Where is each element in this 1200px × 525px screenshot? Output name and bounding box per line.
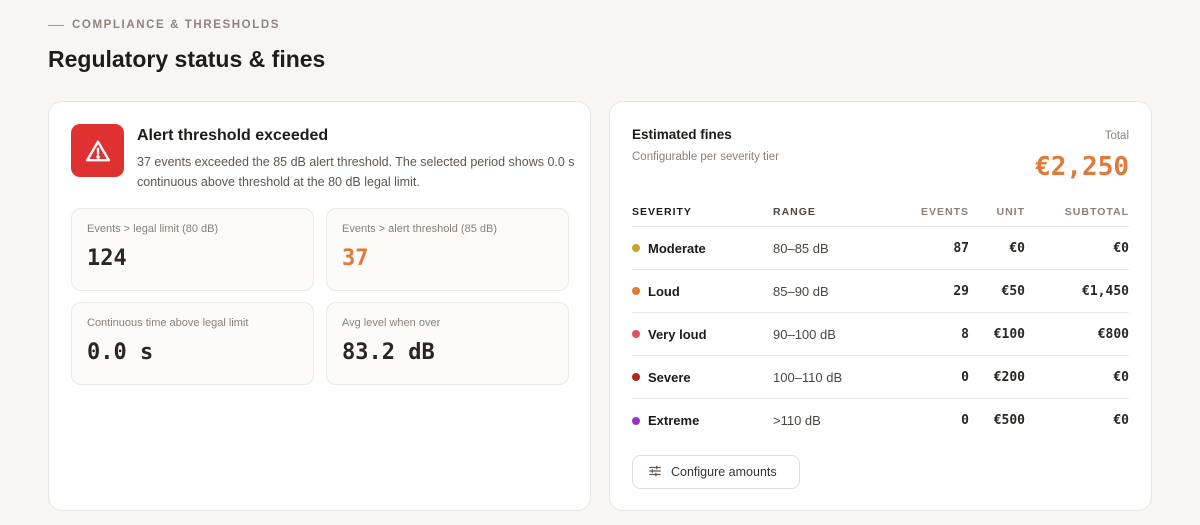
sliders-icon	[648, 464, 662, 481]
stat-value: 0.0 s	[87, 340, 154, 365]
table-row: Very loud 90–100 dB 8 €100 €800	[632, 313, 1129, 356]
events-cell: 87	[953, 240, 969, 256]
stat-label: Continuous time above legal limit	[87, 317, 249, 329]
subtotal-cell: €0	[1113, 240, 1129, 256]
col-range: RANGE	[773, 206, 816, 218]
events-cell: 0	[961, 369, 969, 385]
alert-description: 37 events exceeded the 85 dB alert thres…	[137, 155, 575, 189]
severity-label: Very loud	[648, 326, 707, 342]
severity-dot	[632, 287, 640, 295]
table-body: Moderate 80–85 dB 87 €0 €0 Loud 85–90 dB 29 €50 €…	[632, 227, 1129, 442]
range-cell: 90–100 dB	[773, 326, 836, 342]
events-cell: 0	[961, 413, 969, 428]
stat-avg-level: Avg level when over 83.2 dB	[326, 302, 569, 385]
severity-cell: Severe	[632, 370, 773, 385]
table-row: Loud 85–90 dB 29 €50 €1,450	[632, 270, 1129, 313]
col-severity: SEVERITY	[632, 206, 692, 218]
unit-cell: €500	[993, 413, 1025, 428]
estimated-fines-card: Estimated fines Configurable per severit…	[609, 101, 1152, 511]
fines-title: Estimated fines	[632, 127, 732, 142]
unit-cell: €100	[993, 326, 1025, 342]
regulatory-status-card: Alert threshold exceeded 37 events excee…	[48, 101, 591, 511]
configure-amounts-label: Configure amounts	[671, 465, 777, 479]
stat-label: Events > legal limit (80 dB)	[87, 223, 219, 235]
subtotal-cell: €1,450	[1082, 283, 1129, 299]
severity-dot	[632, 330, 640, 338]
warning-triangle-icon	[71, 124, 124, 177]
severity-dot	[632, 244, 640, 252]
stat-value: 37	[342, 246, 369, 271]
total-value: €2,250	[1035, 152, 1129, 182]
configure-amounts-button[interactable]: Configure amounts	[632, 455, 800, 489]
table-row: Extreme >110 dB 0 €500 €0	[632, 399, 1129, 442]
range-cell: >110 dB	[773, 413, 821, 428]
events-cell: 29	[953, 283, 969, 299]
total-label: Total	[1104, 130, 1129, 142]
unit-cell: €50	[1001, 283, 1025, 299]
table-row: Severe 100–110 dB 0 €200 €0	[632, 356, 1129, 399]
range-cell: 80–85 dB	[773, 240, 829, 256]
events-cell: 8	[961, 326, 969, 342]
severity-cell: Loud	[632, 284, 773, 299]
stat-events-over-alert-threshold: Events > alert threshold (85 dB) 37	[326, 208, 569, 291]
table-row: Moderate 80–85 dB 87 €0 €0	[632, 227, 1129, 270]
severity-cell: Moderate	[632, 241, 773, 256]
severity-cell: Extreme	[632, 413, 773, 428]
stat-label: Avg level when over	[342, 317, 441, 329]
stat-continuous-time: Continuous time above legal limit 0.0 s	[71, 302, 314, 385]
col-events: EVENTS	[920, 206, 969, 218]
section-eyebrow: COMPLIANCE & THRESHOLDS	[48, 19, 280, 31]
col-subtotal: SUBTOTAL	[1064, 206, 1129, 218]
fines-subtitle: Configurable per severity tier	[632, 151, 780, 163]
unit-cell: €0	[1009, 240, 1025, 256]
table-header: SEVERITY RANGE EVENTS UNIT SUBTOTAL	[632, 198, 1129, 227]
range-cell: 100–110 dB	[773, 369, 843, 385]
severity-cell: Very loud	[632, 327, 773, 342]
severity-label: Severe	[648, 369, 691, 385]
page-title: Regulatory status & fines	[48, 46, 326, 72]
stat-value: 124	[87, 246, 127, 271]
fines-table: SEVERITY RANGE EVENTS UNIT SUBTOTAL Mode…	[632, 198, 1129, 442]
subtotal-cell: €0	[1113, 413, 1129, 428]
alert-title: Alert threshold exceeded	[137, 127, 329, 144]
col-unit: UNIT	[996, 206, 1025, 218]
stat-label: Events > alert threshold (85 dB)	[342, 223, 497, 235]
range-cell: 85–90 dB	[773, 283, 829, 299]
unit-cell: €200	[993, 369, 1025, 385]
stat-events-over-legal-limit: Events > legal limit (80 dB) 124	[71, 208, 314, 291]
severity-dot	[632, 373, 640, 381]
severity-label: Moderate	[648, 240, 706, 256]
severity-dot	[632, 416, 640, 425]
severity-label: Extreme	[648, 413, 700, 428]
severity-label: Loud	[648, 283, 680, 299]
stat-value: 83.2 dB	[342, 340, 435, 365]
eyebrow-label: COMPLIANCE & THRESHOLDS	[72, 19, 281, 31]
subtotal-cell: €0	[1113, 369, 1129, 385]
subtotal-cell: €800	[1097, 326, 1129, 342]
eyebrow-dash	[48, 24, 64, 26]
